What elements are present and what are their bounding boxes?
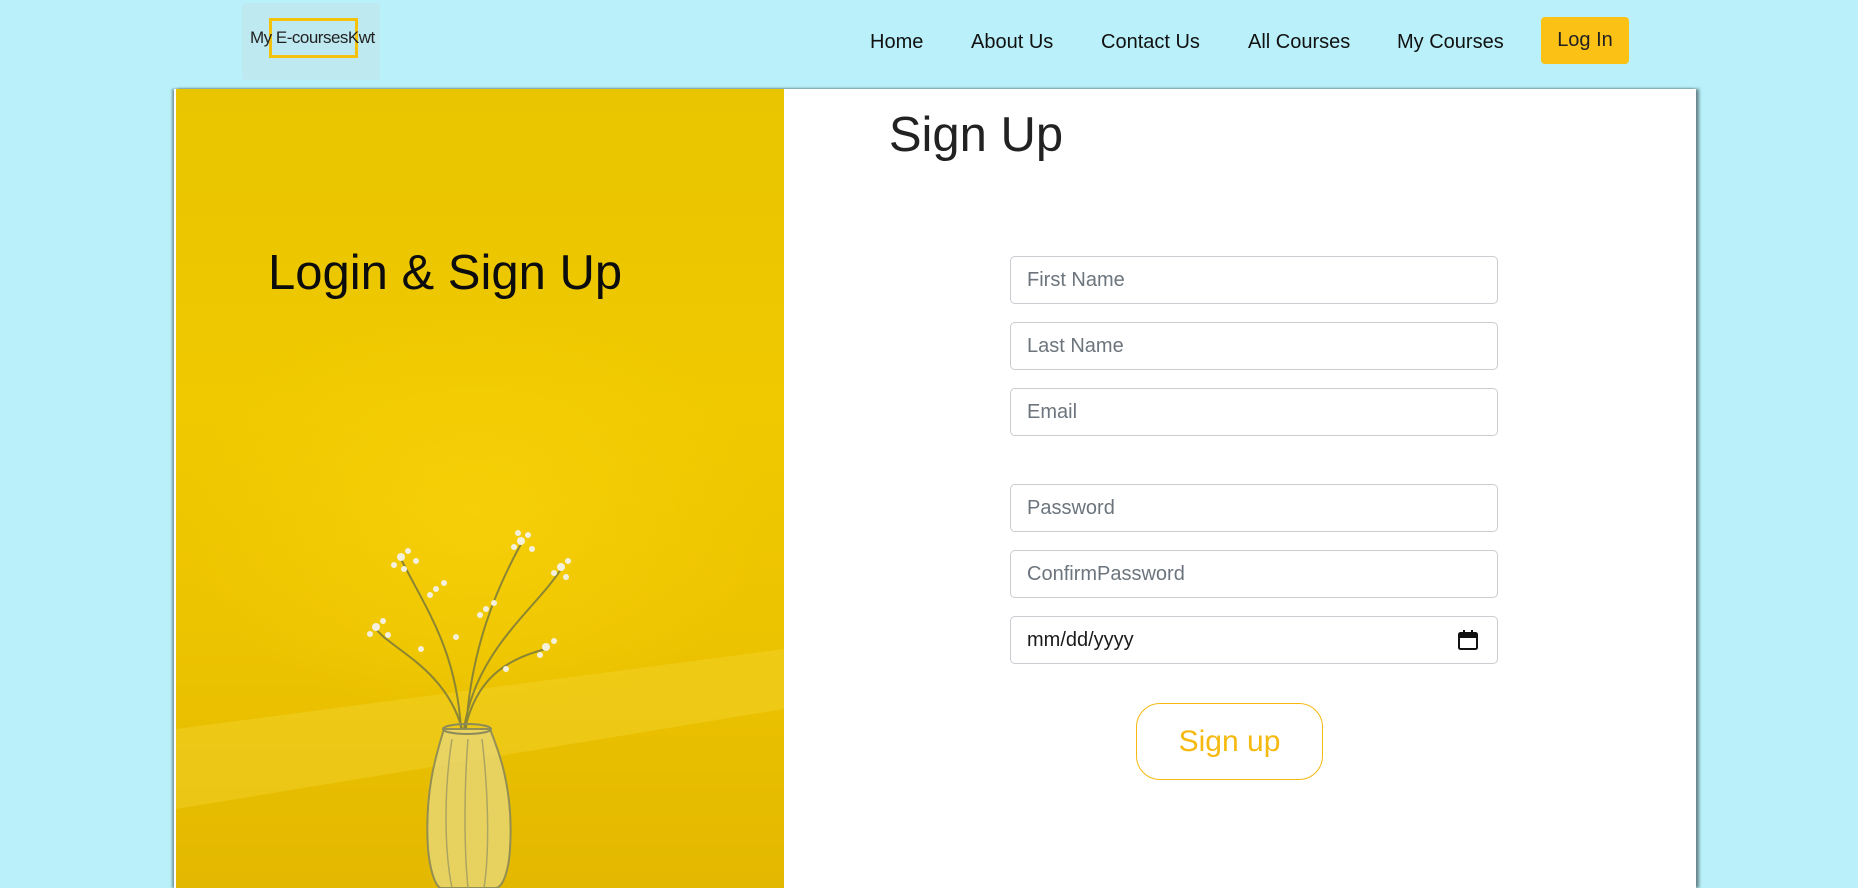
first-name-field[interactable]: First Name [1010, 256, 1498, 304]
nav-contact-us[interactable]: Contact Us [1101, 28, 1200, 56]
email-field[interactable]: Email [1010, 388, 1498, 436]
flower-vase-image [176, 530, 784, 888]
nav-about-us[interactable]: About Us [971, 28, 1053, 56]
nav-my-courses[interactable]: My Courses [1397, 28, 1504, 56]
calendar-icon[interactable] [1457, 629, 1479, 651]
signup-button[interactable]: Sign up [1136, 703, 1323, 780]
nav-all-courses[interactable]: All Courses [1248, 28, 1350, 56]
nav-home[interactable]: Home [870, 28, 923, 56]
confirm-password-field[interactable]: ConfirmPassword [1010, 550, 1498, 598]
password-field[interactable]: Password [1010, 484, 1498, 532]
hero-image-panel: Login & Sign Up [176, 89, 784, 888]
top-navbar: My E-coursesKwt Home About Us Contact Us… [0, 0, 1858, 89]
site-logo[interactable]: My E-coursesKwt [242, 3, 380, 80]
date-placeholder: mm/dd/yyyy [1027, 629, 1134, 651]
last-name-field[interactable]: Last Name [1010, 322, 1498, 370]
login-button[interactable]: Log In [1541, 17, 1629, 64]
logo-text: My E-coursesKwt [250, 28, 375, 47]
form-title: Sign Up [888, 108, 1064, 162]
birthdate-field[interactable]: mm/dd/yyyy [1010, 616, 1498, 664]
